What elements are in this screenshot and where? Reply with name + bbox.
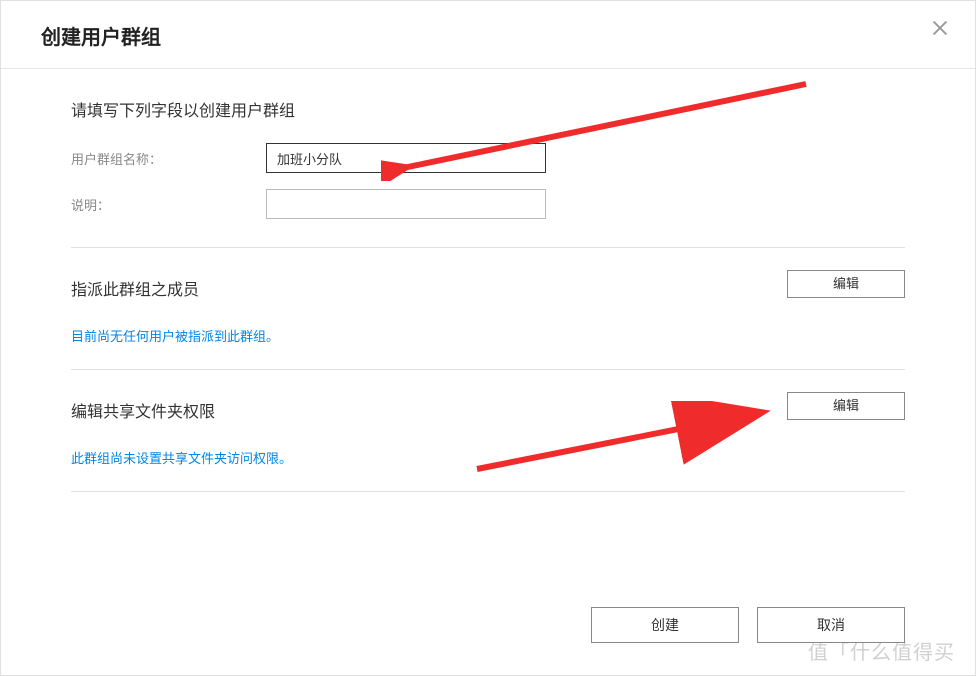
modal-body: 请填写下列字段以创建用户群组 用户群组名称： 说明： 指派此群组之成员 编辑 目… [1,69,975,492]
form-section: 请填写下列字段以创建用户群组 用户群组名称： 说明： [71,69,905,248]
description-input[interactable] [266,189,546,219]
members-section: 指派此群组之成员 编辑 目前尚无任何用户被指派到此群组。 [71,248,905,370]
modal-header: 创建用户群组 [1,1,975,69]
modal-footer: 创建 取消 [591,607,905,643]
permissions-edit-button[interactable]: 编辑 [787,392,905,420]
close-icon[interactable] [929,17,951,39]
members-info-text: 目前尚无任何用户被指派到此群组。 [71,326,905,345]
members-title: 指派此群组之成员 [71,276,905,300]
modal-title: 创建用户群组 [41,21,935,50]
cancel-button[interactable]: 取消 [757,607,905,643]
permissions-info-text: 此群组尚未设置共享文件夹访问权限。 [71,448,905,467]
members-edit-button[interactable]: 编辑 [787,270,905,298]
permissions-section: 编辑共享文件夹权限 编辑 此群组尚未设置共享文件夹访问权限。 [71,370,905,492]
form-intro-text: 请填写下列字段以创建用户群组 [71,97,905,121]
group-name-input[interactable] [266,143,546,173]
description-label: 说明： [71,195,266,214]
group-name-label: 用户群组名称： [71,149,266,168]
create-group-modal: 创建用户群组 请填写下列字段以创建用户群组 用户群组名称： 说明： 指派此群组之… [0,0,976,676]
description-row: 说明： [71,189,905,219]
permissions-title: 编辑共享文件夹权限 [71,398,905,422]
group-name-row: 用户群组名称： [71,143,905,173]
create-button[interactable]: 创建 [591,607,739,643]
